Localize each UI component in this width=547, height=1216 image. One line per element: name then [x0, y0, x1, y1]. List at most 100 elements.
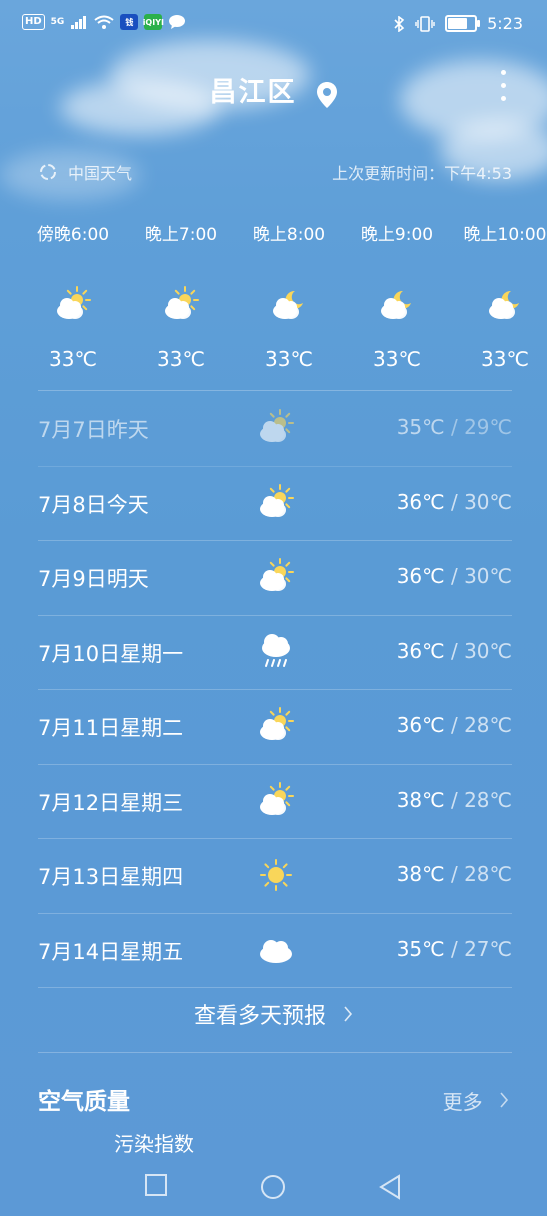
air-quality-title: 空气质量	[38, 1089, 130, 1115]
chevron-right-icon[interactable]	[499, 1090, 509, 1114]
moon-cloud-icon	[450, 285, 547, 325]
day-label: 7月11日星期二	[38, 716, 184, 740]
daily-forecast-list: 7月7日昨天 35℃ / 29℃ 7月8日今天 36℃ / 30℃ 7月9日明天 3…	[38, 392, 512, 988]
clock: 5:23	[487, 14, 523, 33]
source-row: 中国天气 上次更新时间：下午4:53	[38, 160, 512, 184]
air-quality-more-label[interactable]: 更多	[443, 1090, 483, 1114]
chevron-right-icon[interactable]	[343, 1004, 353, 1029]
provider-name: 中国天气	[68, 164, 133, 183]
hd-indicator: HD	[22, 14, 45, 30]
low-temp: 30℃	[464, 564, 512, 588]
day-label: 7月12日星期三	[38, 790, 184, 815]
battery-level	[448, 18, 468, 29]
last-updated: 上次更新时间：下午4:53	[332, 164, 512, 183]
high-temp: 36℃	[396, 489, 445, 514]
day-temps: 35℃ / 27℃	[397, 937, 512, 961]
location-pin-icon[interactable]	[316, 81, 338, 113]
more-vert-icon[interactable]	[501, 70, 507, 101]
low-temp: 28℃	[464, 862, 512, 886]
day-temps: 36℃ / 30℃	[397, 490, 512, 514]
hour-temp: 33℃	[157, 347, 205, 370]
chat-bubble-icon	[169, 15, 186, 29]
signal-icon	[71, 16, 87, 29]
temp-separator: /	[444, 564, 465, 588]
high-temp: 35℃	[396, 415, 445, 439]
hour-time: 晚上9:00	[360, 225, 434, 245]
rain-icon	[256, 632, 296, 672]
home-button[interactable]	[260, 1174, 286, 1204]
day-label: 7月10日星期一	[38, 641, 184, 666]
hour-time: 傍晚6:00	[36, 225, 110, 245]
china-weather-logo-icon	[40, 164, 56, 180]
temp-separator: /	[444, 713, 465, 737]
day-temps: 36℃ / 30℃	[397, 564, 512, 588]
pollution-index-label: 污染指数	[114, 1132, 194, 1156]
hourly-forecast[interactable]: 傍晚6:00 33℃ 晚上7:00 33℃ 晚上8:00 33℃ 晚上9:00 33℃…	[0, 220, 547, 370]
high-temp: 36℃	[396, 564, 445, 588]
low-temp: 30℃	[464, 489, 512, 514]
temp-separator: /	[444, 489, 465, 514]
sunny-icon	[256, 855, 296, 895]
hour-temp: 33℃	[373, 347, 421, 370]
day-label: 7月8日今天	[38, 492, 149, 517]
bluetooth-icon	[394, 15, 405, 32]
hour-time: 晚上10:00	[463, 225, 547, 245]
temp-separator: /	[444, 638, 465, 663]
hourly-item: 晚上8:00 33℃	[234, 220, 344, 370]
partly-cloudy-icon	[256, 781, 296, 821]
partly-cloudy-icon	[256, 557, 296, 597]
recent-apps-button[interactable]	[145, 1174, 167, 1200]
hourly-item: 晚上10:00 33℃	[450, 220, 547, 370]
high-temp: 38℃	[396, 862, 445, 886]
daily-row: 7月7日昨天 35℃ / 29℃	[38, 392, 512, 467]
air-quality-more-link[interactable]: 更多	[443, 1086, 509, 1115]
daily-row: 7月9日明天 36℃ / 30℃	[38, 541, 512, 616]
status-bar: HD 5G 钱 iQIYI 5:23	[0, 0, 547, 50]
high-temp: 35℃	[396, 936, 445, 961]
low-temp: 30℃	[464, 638, 512, 663]
signal-type: 5G	[50, 17, 65, 27]
low-temp: 29℃	[464, 415, 512, 439]
low-temp: 28℃	[464, 713, 512, 737]
temp-separator: /	[444, 787, 465, 812]
hourly-item: 晚上7:00 33℃	[126, 220, 236, 370]
daily-row: 7月11日星期二 36℃ / 28℃	[38, 690, 512, 765]
wifi-icon	[94, 15, 114, 29]
location-header[interactable]: 昌江区	[0, 70, 547, 110]
daily-row: 7月14日星期五 35℃ / 27℃	[38, 914, 512, 988]
hour-time: 晚上8:00	[252, 225, 326, 245]
battery-icon	[445, 15, 481, 32]
moon-cloud-icon	[342, 285, 452, 325]
day-temps: 35℃ / 29℃	[397, 415, 512, 439]
temp-separator: /	[444, 936, 465, 961]
partly-cloudy-icon	[256, 483, 296, 523]
hourly-item: 晚上9:00 33℃	[342, 220, 452, 370]
iqiyi-notification-icon: iQIYI	[143, 14, 164, 30]
divider	[38, 390, 512, 391]
partly-cloudy-icon	[256, 408, 296, 448]
day-label: 7月7日昨天	[38, 418, 149, 442]
hour-temp: 33℃	[265, 347, 313, 370]
back-button[interactable]	[378, 1174, 402, 1204]
cloudy-icon	[256, 930, 296, 970]
high-temp: 36℃	[396, 713, 445, 737]
moon-cloud-icon	[234, 285, 344, 325]
day-temps: 38℃ / 28℃	[397, 788, 512, 812]
view-more-forecast-link[interactable]: 查看多天预报	[0, 998, 547, 1030]
high-temp: 36℃	[396, 638, 445, 663]
city-name[interactable]: 昌江区	[209, 77, 296, 108]
high-temp: 38℃	[396, 787, 445, 812]
hour-temp: 33℃	[481, 347, 529, 370]
hourly-item: 傍晚6:00 33℃	[18, 220, 128, 370]
system-nav-bar	[0, 1168, 547, 1208]
app-notification-icon: 钱	[120, 14, 139, 30]
daily-row: 7月13日星期四 38℃ / 28℃	[38, 839, 512, 914]
day-temps: 36℃ / 30℃	[397, 639, 512, 663]
hour-time: 晚上7:00	[144, 225, 218, 245]
day-label: 7月13日星期四	[38, 865, 184, 889]
temp-separator: /	[444, 862, 465, 886]
day-temps: 36℃ / 28℃	[397, 713, 512, 737]
view-more-forecast-label[interactable]: 查看多天预报	[194, 1004, 326, 1029]
vibrate-icon	[415, 15, 435, 32]
partly-cloudy-icon	[256, 706, 296, 746]
